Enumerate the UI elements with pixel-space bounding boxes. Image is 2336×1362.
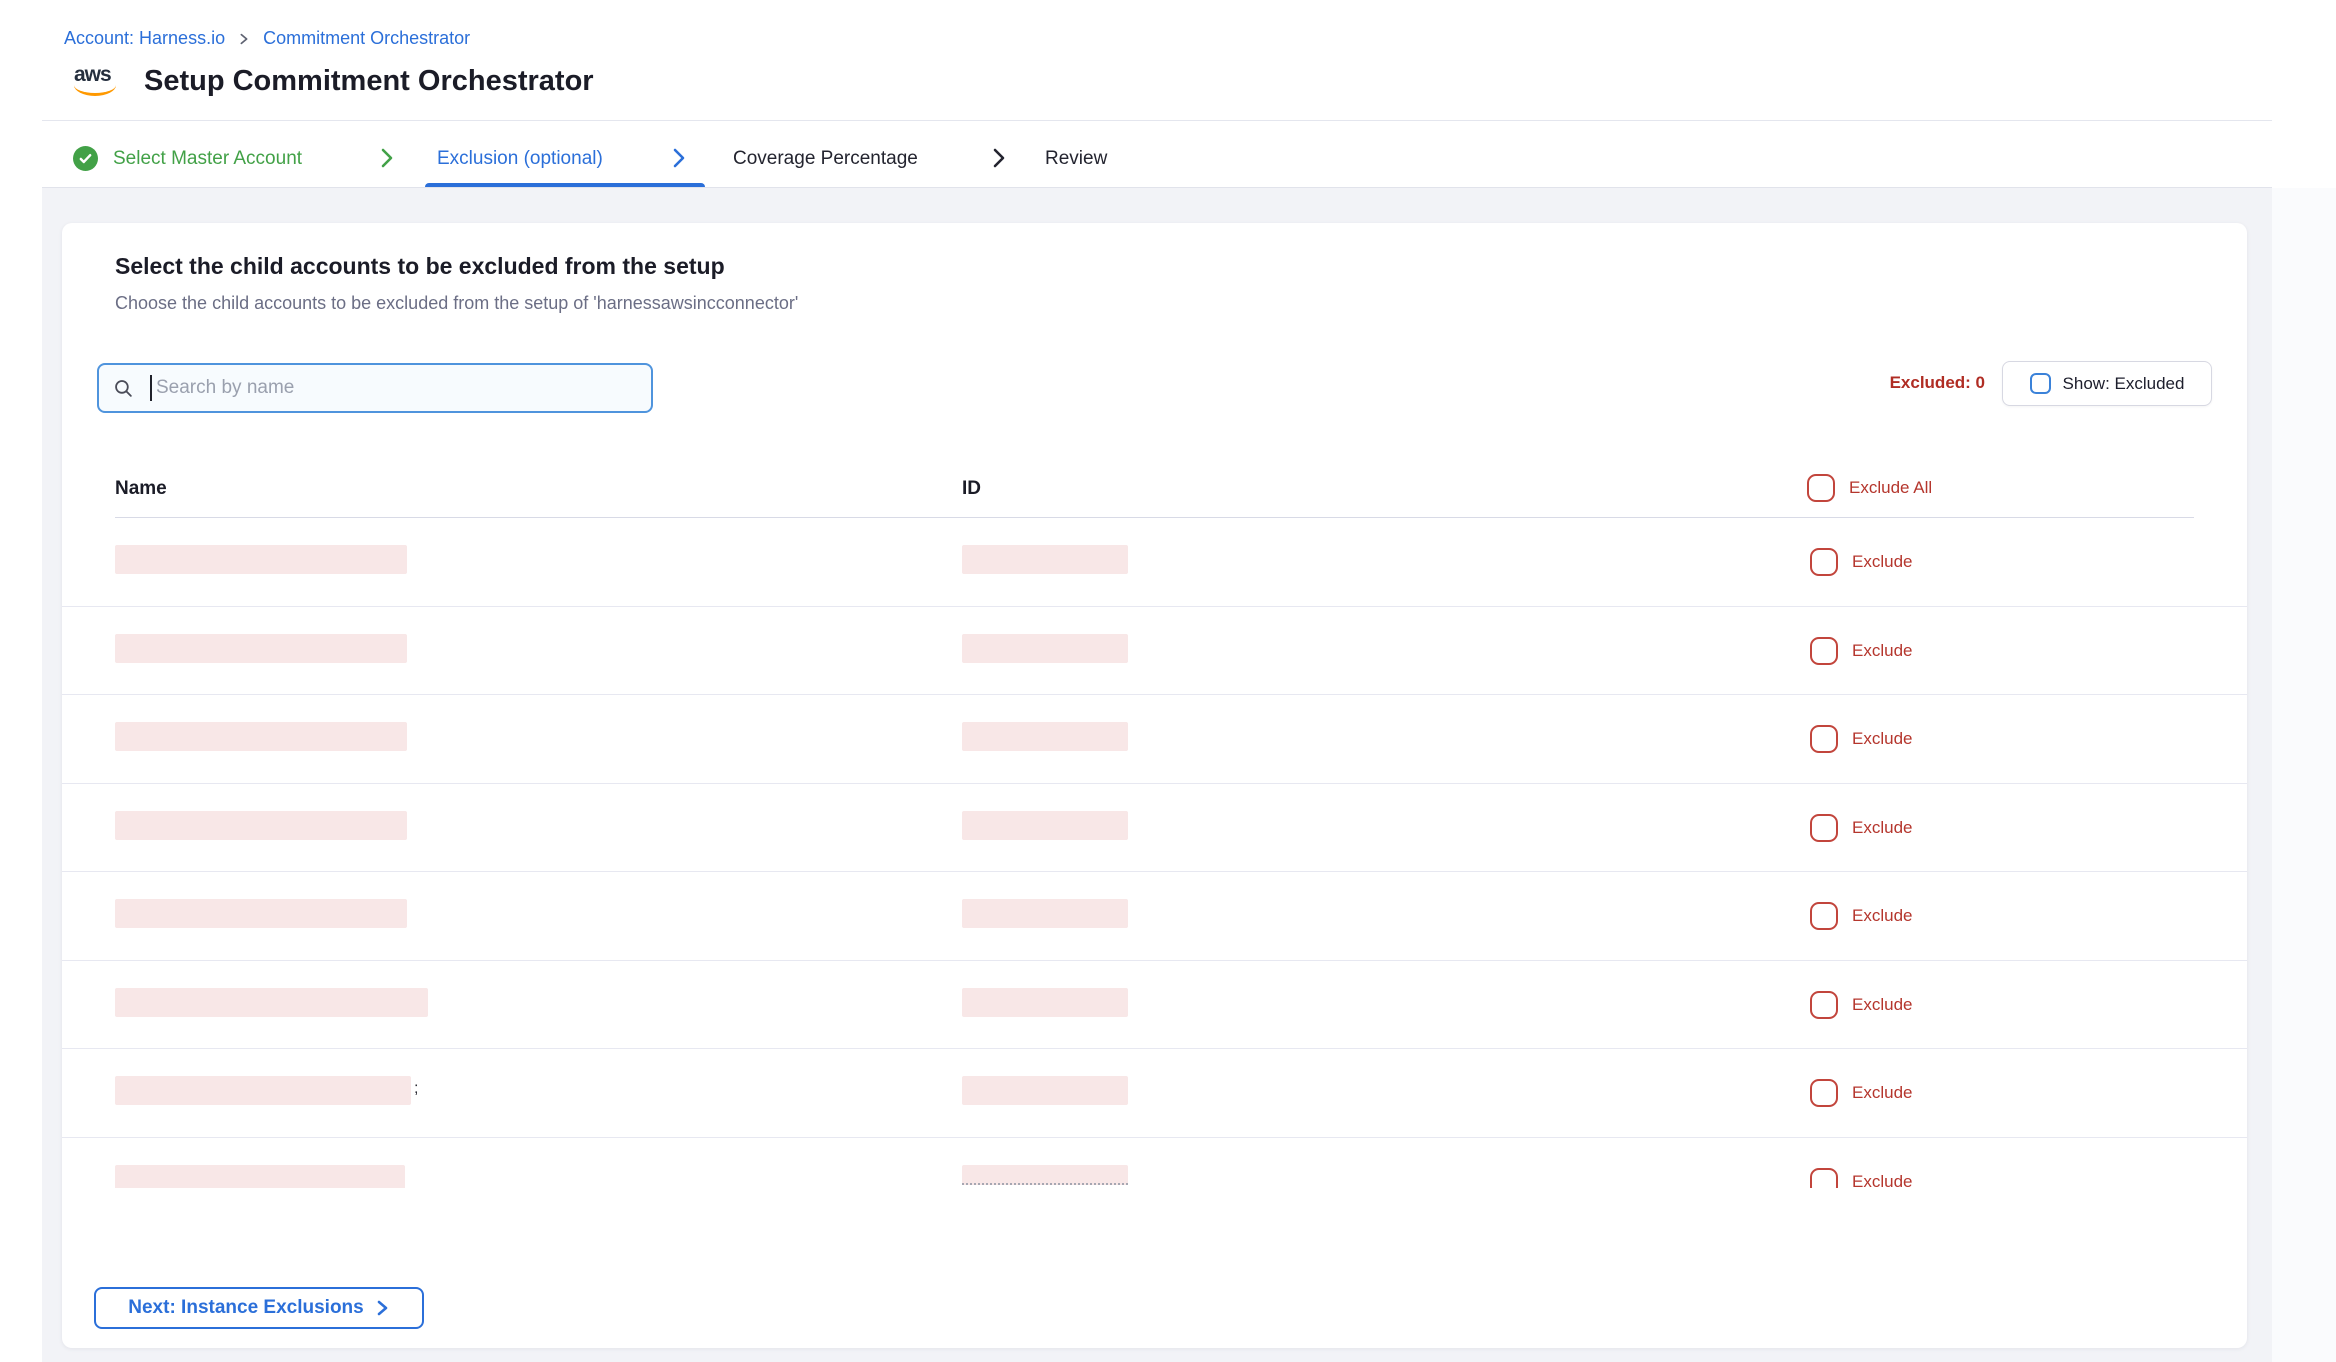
step-coverage-percentage[interactable]: Coverage Percentage [733,147,918,171]
aws-logo-icon: aws [74,64,118,98]
next-instance-exclusions-button[interactable]: Next: Instance Exclusions [94,1287,424,1329]
page-body: Select the child accounts to be excluded… [42,188,2272,1362]
table-row: Exclude [62,961,2247,1050]
exclude-label: Exclude [1852,818,1912,838]
table-row: ; Exclude [62,1049,2247,1138]
exclude-label: Exclude [1852,906,1912,926]
exclude-checkbox[interactable] [1810,991,1838,1019]
exclude-all-control: Exclude All [1807,474,1932,502]
stepper-chevron-icon [376,146,398,170]
exclude-label: Exclude [1852,641,1912,661]
card-heading: Select the child accounts to be excluded… [115,253,725,280]
account-name-redacted [115,545,407,574]
exclude-checkbox[interactable] [1810,548,1838,576]
step-review[interactable]: Review [1045,147,1107,171]
search-input[interactable] [156,377,637,399]
account-id-redacted [962,634,1128,663]
step-exclusion-optional[interactable]: Exclusion (optional) [437,147,603,171]
account-rows: Exclude Exclude Exclude Exclude Exclude Exclu… [62,518,2247,1188]
account-id-redacted [962,988,1128,1017]
account-id-redacted [962,1165,1128,1185]
aws-smile-arc [74,84,116,96]
search-icon [113,378,134,399]
breadcrumb-chevron-icon [237,32,251,46]
show-excluded-label: Show: Excluded [2063,374,2185,394]
search-box[interactable] [97,363,653,413]
account-name-redacted [115,899,407,928]
column-header-name: Name [115,478,167,500]
exclude-label: Exclude [1852,995,1912,1015]
table-row: Exclude [62,784,2247,873]
table-row: Exclude [62,607,2247,696]
page-header: Account: Harness.io Commitment Orchestra… [0,0,2336,188]
account-id-redacted [962,899,1128,928]
table-row: Exclude [62,518,2247,607]
table-row: Exclude [62,872,2247,961]
setup-commitment-orchestrator-page: Account: Harness.io Commitment Orchestra… [0,0,2336,1362]
exclude-checkbox[interactable] [1810,1168,1838,1189]
step-complete-check-icon [73,146,98,171]
table-row: Exclude [62,695,2247,784]
account-name-redacted [115,634,407,663]
breadcrumb-page-link[interactable]: Commitment Orchestrator [263,28,470,49]
account-id-redacted [962,545,1128,574]
show-excluded-toggle[interactable]: Show: Excluded [2002,361,2212,406]
exclude-checkbox[interactable] [1810,1079,1838,1107]
exclude-checkbox[interactable] [1810,814,1838,842]
account-name-redacted [115,988,428,1017]
account-id-redacted [962,1076,1128,1105]
exclusion-card: Select the child accounts to be excluded… [62,223,2247,1348]
exclude-label: Exclude [1852,729,1912,749]
column-header-id: ID [962,478,981,500]
exclude-all-label: Exclude All [1849,478,1932,498]
account-name-redacted [115,722,407,751]
stepper-chevron-icon [988,146,1010,170]
account-name-redacted [115,811,407,840]
scrollbar-gutter [2272,0,2336,1362]
exclude-label: Exclude [1852,1172,1912,1189]
breadcrumb-account-link[interactable]: Account: Harness.io [64,28,225,49]
account-name-redacted [115,1076,411,1105]
breadcrumb: Account: Harness.io Commitment Orchestra… [64,28,470,49]
excluded-count-badge: Excluded: 0 [1890,373,1985,393]
table-row: Exclude [62,1138,2247,1189]
stepper-chevron-icon [668,146,690,170]
header-divider [42,120,2272,121]
exclude-checkbox[interactable] [1810,637,1838,665]
page-title: Setup Commitment Orchestrator [144,65,594,98]
exclude-all-checkbox[interactable] [1807,474,1835,502]
account-name-trailing-char: ; [414,1080,418,1098]
card-subheading: Choose the child accounts to be excluded… [115,293,798,314]
exclude-checkbox[interactable] [1810,725,1838,753]
account-id-redacted [962,722,1128,751]
exclude-label: Exclude [1852,1083,1912,1103]
exclude-label: Exclude [1852,552,1912,572]
next-button-label: Next: Instance Exclusions [128,1297,363,1319]
chevron-right-icon [374,1299,390,1317]
title-bar: aws Setup Commitment Orchestrator [74,64,594,98]
exclude-checkbox[interactable] [1810,902,1838,930]
step-select-master-account[interactable]: Select Master Account [113,147,302,171]
text-caret [150,375,152,401]
account-name-redacted [115,1165,405,1189]
account-id-redacted [962,811,1128,840]
show-excluded-checkbox[interactable] [2030,373,2051,394]
